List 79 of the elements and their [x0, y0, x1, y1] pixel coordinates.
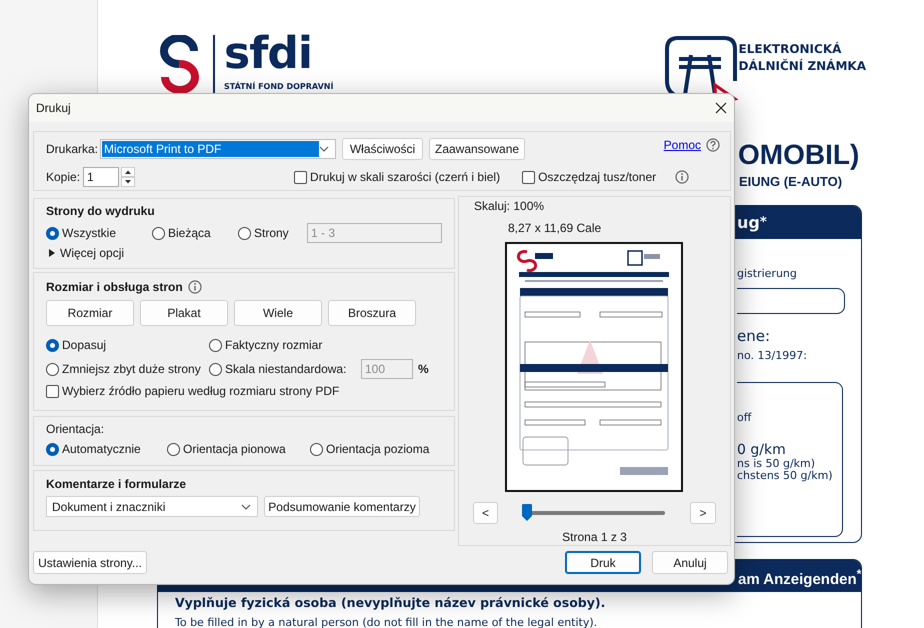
field-label: Drukarka:: [46, 142, 98, 156]
checkbox-label[interactable]: Wybierz źródło papieru według rozmiaru strony PDF: [62, 384, 340, 398]
printer-select[interactable]: Microsoft Print to PDF: [100, 139, 336, 159]
radio-button[interactable]: [209, 338, 222, 352]
option-text: off: [737, 411, 752, 424]
percent-label: %: [418, 362, 430, 376]
section-title: Strony do wydruku: [46, 204, 156, 218]
checkbox-label[interactable]: Drukuj w skali szarości (czerń i biel): [310, 170, 500, 184]
print-button[interactable]: Druk: [565, 551, 641, 574]
section-title: Komentarze i formularze: [46, 477, 188, 491]
text-field[interactable]: [737, 288, 845, 314]
checkbox-label[interactable]: Oszczędzaj tusz/toner: [538, 170, 656, 184]
radio-label[interactable]: Orientacja pozioma: [326, 442, 430, 456]
help-icon[interactable]: [706, 138, 720, 152]
chevron-icon[interactable]: [241, 504, 251, 510]
chevron-icon[interactable]: [319, 146, 330, 152]
radio-label[interactable]: Skala niestandardowa:: [225, 362, 346, 376]
radio-label[interactable]: Faktyczny rozmiar: [225, 338, 322, 352]
field-label: Kopie:: [46, 170, 80, 184]
page-indicator: Strona 1 z 3: [562, 530, 627, 544]
summary-button[interactable]: Podsumowanie komentarzy: [264, 496, 420, 517]
radio-button[interactable]: [46, 442, 59, 456]
previous-page-button[interactable]: <: [473, 502, 498, 524]
paper-size-label: 8,27 x 11,69 Cale: [508, 221, 602, 235]
next-page-button[interactable]: >: [690, 502, 716, 524]
window-title: Drukuj: [36, 101, 71, 115]
close-icon[interactable]: [715, 102, 727, 114]
radio-button[interactable]: [238, 226, 251, 240]
radio-button[interactable]: [152, 226, 165, 240]
field-label: gistrierung: [737, 267, 797, 280]
slider-thumb[interactable]: [522, 504, 532, 521]
radio-label[interactable]: Bieżąca: [168, 226, 211, 240]
logo-wordmark: sfdi: [224, 32, 312, 76]
mode-button[interactable]: Rozmiar: [46, 300, 134, 326]
comments-select[interactable]: Dokument i znaczniki: [46, 496, 258, 517]
section-label: ene:: [737, 327, 770, 345]
logo-text: DÁLNIČNÍ ZNÁMKA: [738, 58, 866, 75]
checkbox[interactable]: [46, 384, 59, 398]
section-note: no. 13/1997:: [737, 349, 807, 362]
logo-text: ELEKTRONICKÁ: [738, 41, 842, 58]
mode-button[interactable]: Broszura: [328, 300, 416, 326]
radio-button[interactable]: [310, 442, 323, 456]
mode-button[interactable]: Wiele: [234, 300, 322, 326]
cancel-button[interactable]: Anuluj: [652, 551, 728, 574]
radio-button[interactable]: [209, 362, 222, 376]
properties-button[interactable]: Właściwości: [342, 138, 424, 160]
mode-button[interactable]: Plakat: [140, 300, 228, 326]
info-icon[interactable]: [675, 170, 690, 184]
radio-label[interactable]: Orientacja pionowa: [183, 442, 286, 456]
help-link[interactable]: Pomoc: [664, 138, 701, 152]
radio-label[interactable]: Wszystkie: [62, 226, 116, 240]
spinner-arrows[interactable]: [121, 167, 136, 187]
page-setup-button[interactable]: Ustawienia strony...: [33, 551, 147, 574]
radio-label[interactable]: Zmniejsz zbyt duże strony: [62, 362, 201, 376]
option-text: chstens 50 g/km): [737, 470, 833, 482]
checkbox[interactable]: [522, 170, 536, 184]
radio-button[interactable]: [167, 442, 180, 456]
option-text: ns is 50 g/km): [737, 458, 816, 470]
checkbox[interactable]: [294, 170, 308, 184]
radio-button[interactable]: [46, 226, 59, 240]
instruction-text: To be filled in by a natural person (do not fill in the name of the legal entity).: [175, 616, 598, 628]
document-title: OMOBIL): [738, 138, 860, 172]
copies-field[interactable]: 1: [83, 167, 120, 187]
document-subtitle: EIUNG (E-AUTO): [739, 173, 842, 191]
more-options-link[interactable]: Więcej opcji: [60, 246, 124, 260]
info-icon[interactable]: [188, 280, 202, 294]
instruction-text: Vyplňuje fyzická osoba (nevyplňujte název právnické osoby).: [175, 596, 606, 610]
option-text: 0 g/km: [737, 442, 786, 458]
s-logo-icon: [157, 35, 202, 93]
section-title: Rozmiar i obsługa stron: [46, 280, 183, 294]
radio-label[interactable]: Automatycznie: [62, 442, 141, 456]
expand-arrow-icon[interactable]: [49, 249, 55, 257]
radio-button[interactable]: [46, 362, 59, 376]
radio-label[interactable]: Dopasuj: [62, 338, 106, 352]
logo-subtitle: STÁTNÍ FOND DOPRAVNÍ: [224, 82, 334, 91]
radio-label[interactable]: Strony: [254, 226, 289, 240]
radio-button[interactable]: [46, 338, 59, 352]
advanced-button[interactable]: Zaawansowane: [429, 138, 526, 160]
section-title: Orientacja:: [46, 422, 104, 436]
